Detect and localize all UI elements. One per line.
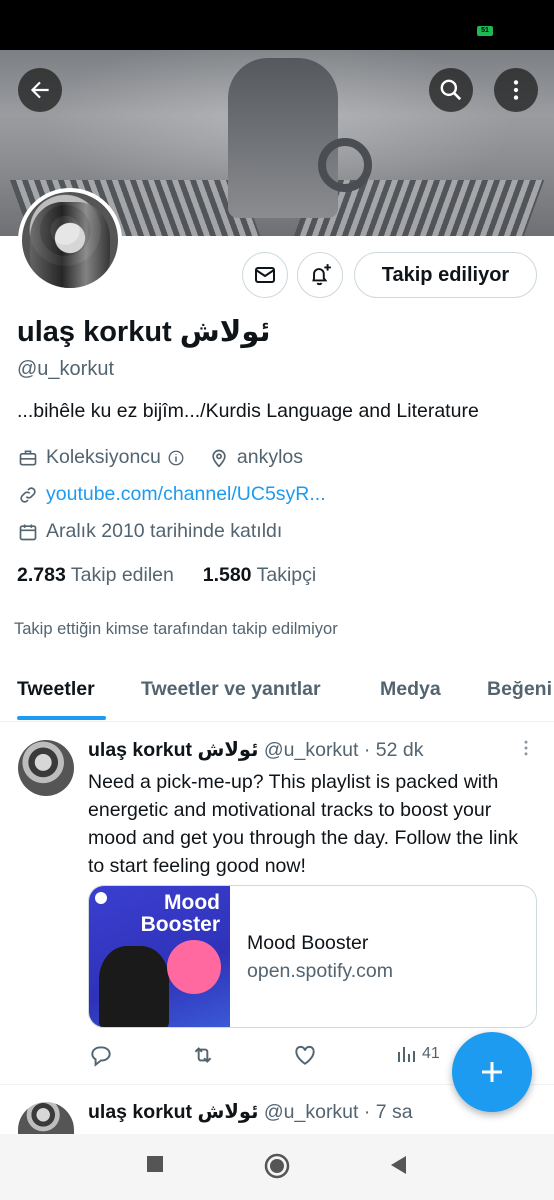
search-button[interactable]	[429, 68, 473, 112]
recents-square-icon[interactable]	[145, 1154, 165, 1174]
retweet-icon	[194, 1047, 212, 1063]
bell-plus-icon	[312, 264, 331, 286]
tweet-time[interactable]: 7 sa	[376, 1101, 413, 1123]
home-circle-icon[interactable]	[264, 1153, 290, 1179]
tab-tweets[interactable]: Tweetler	[17, 678, 95, 701]
more-vertical-icon	[513, 80, 519, 100]
search-icon	[440, 79, 462, 101]
card-image-title-1: Mood	[164, 891, 220, 914]
following-button[interactable]: Takip ediliyor	[354, 252, 537, 298]
not-followed-note: Takip ettiğin kimse tarafından takip edi…	[14, 620, 338, 638]
back-button[interactable]	[18, 68, 62, 112]
system-nav-bar	[0, 1134, 554, 1200]
plus-icon	[482, 1062, 502, 1082]
briefcase-icon	[19, 450, 37, 465]
profile-website-link[interactable]: youtube.com/channel/UC5syR...	[46, 483, 326, 506]
more-options-button[interactable]	[494, 68, 538, 112]
card-image-title-2: Booster	[140, 913, 220, 936]
envelope-icon	[255, 267, 275, 283]
location-pin-icon	[212, 449, 226, 468]
link-preview-card[interactable]: Mood Booster Mood Booster open.spotify.co…	[88, 885, 537, 1028]
like-button[interactable]	[292, 1042, 318, 1068]
views-chart-icon	[398, 1047, 415, 1062]
views-button[interactable]: 41	[394, 1042, 440, 1066]
profile-meta-link: youtube.com/channel/UC5syR...	[18, 483, 326, 506]
battery-indicator: 51	[477, 26, 493, 36]
followers-stat[interactable]: 1.580 Takipçi	[203, 564, 317, 586]
card-thumbnail: Mood Booster	[89, 886, 230, 1027]
message-button[interactable]	[242, 252, 288, 298]
arrow-left-icon	[30, 81, 49, 99]
back-triangle-icon[interactable]	[388, 1154, 408, 1176]
tweet-author-handle[interactable]: @u_korkut	[264, 739, 359, 761]
joined-label: Aralık 2010 tarihinde katıldı	[46, 520, 283, 542]
tweet-time[interactable]: 52 dk	[376, 739, 424, 761]
reply-icon	[91, 1046, 111, 1067]
status-bar: 51	[0, 0, 554, 50]
card-title: Mood Booster	[247, 932, 369, 954]
tweet-header: ulaş korkut ئولاش @u_korkut · 52 dk	[88, 739, 424, 761]
tweet-author-name[interactable]: ulaş korkut ئولاش	[88, 1101, 258, 1123]
tweet-avatar[interactable]	[18, 740, 74, 796]
views-count: 41	[422, 1045, 440, 1062]
profile-name: ulaş korkut ئولاش	[17, 316, 271, 348]
notifications-button[interactable]	[297, 252, 343, 298]
category-label: Koleksiyoncu	[46, 446, 161, 468]
retweet-button[interactable]	[190, 1042, 216, 1068]
tweet-author-handle[interactable]: @u_korkut	[264, 1101, 359, 1123]
compose-tweet-button[interactable]	[452, 1032, 532, 1112]
profile-bio: ...bihêle ku ez bijîm.../Kurdis Language…	[17, 400, 479, 422]
profile-avatar[interactable]	[18, 188, 122, 292]
link-icon	[20, 486, 36, 503]
tab-likes[interactable]: Beğeni	[487, 678, 552, 701]
tweet-avatar[interactable]	[18, 1102, 74, 1134]
active-tab-indicator	[17, 716, 106, 720]
follow-stats: 2.783 Takip edilen 1.580 Takipçi	[17, 564, 316, 587]
spotify-logo-icon	[95, 892, 107, 904]
tweet-header: ulaş korkut ئولاش @u_korkut · 7 sa	[88, 1101, 413, 1123]
following-stat[interactable]: 2.783 Takip edilen	[17, 564, 174, 586]
tweet-author-name[interactable]: ulaş korkut ئولاش	[88, 739, 258, 761]
calendar-icon	[19, 524, 37, 540]
location-label: ankylos	[236, 446, 304, 468]
heart-icon	[295, 1045, 315, 1065]
card-domain: open.spotify.com	[247, 960, 393, 982]
tweet-more-icon[interactable]	[516, 738, 536, 758]
tab-tweets-and-replies[interactable]: Tweetler ve yanıtlar	[141, 678, 321, 701]
profile-meta-category: Koleksiyoncu ankylos	[18, 446, 303, 469]
reply-button[interactable]	[88, 1042, 114, 1068]
profile-tabs: Tweetler Tweetler ve yanıtlar Medya Beğe…	[0, 666, 554, 722]
profile-handle: @u_korkut	[17, 358, 115, 380]
info-icon[interactable]	[167, 449, 185, 467]
tweet-text: Need a pick-me-up? This playlist is pack…	[88, 771, 518, 877]
tab-media[interactable]: Medya	[380, 678, 441, 701]
profile-meta-joined: Aralık 2010 tarihinde katıldı	[18, 520, 282, 543]
